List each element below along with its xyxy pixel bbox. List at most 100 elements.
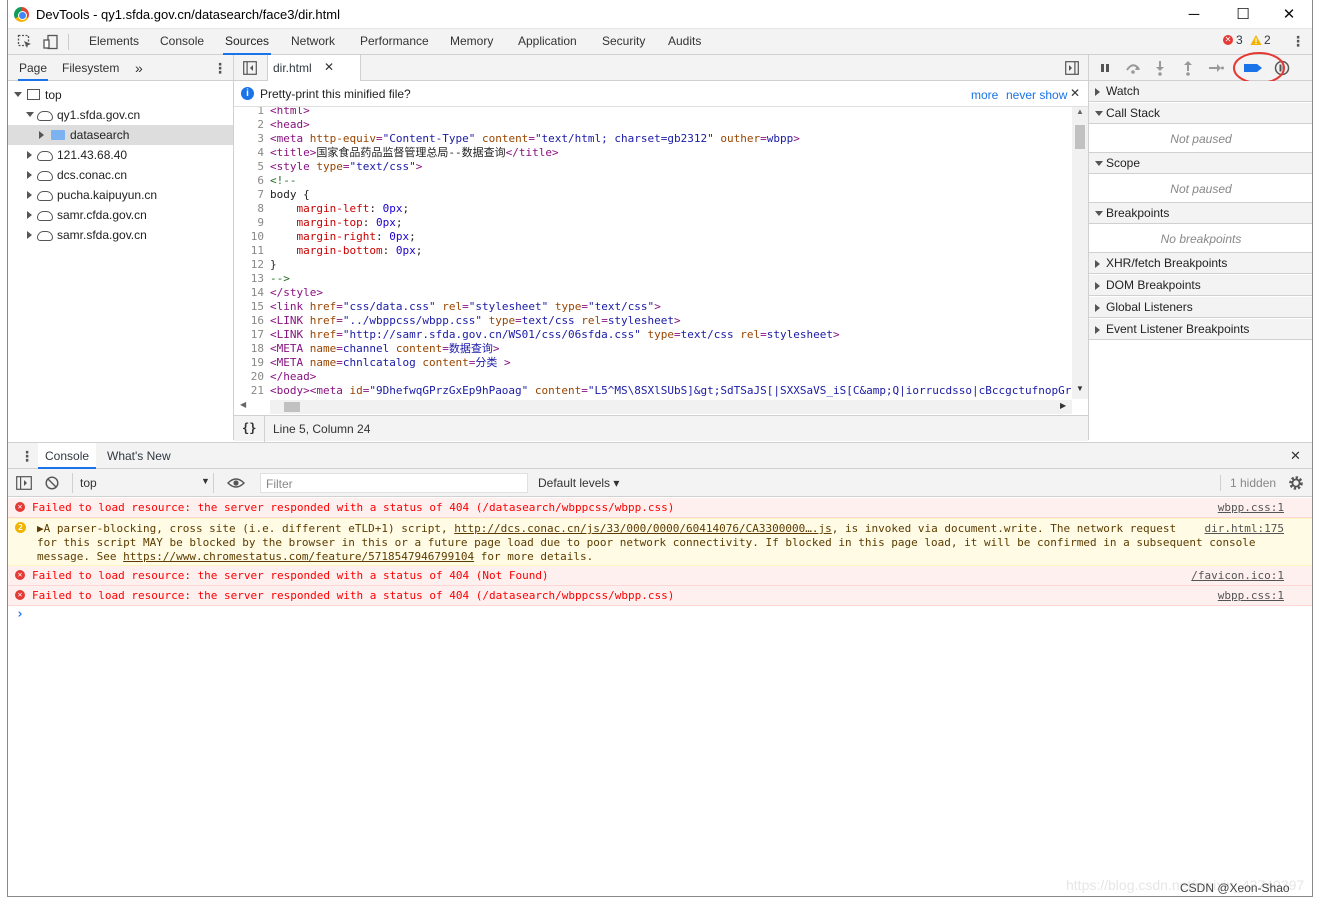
expand-arrow-icon[interactable] — [39, 131, 44, 139]
message-source-link[interactable]: wbpp.css:1 — [1218, 589, 1284, 603]
tree-item-samr-sfda[interactable]: samr.sfda.gov.cn — [8, 225, 233, 245]
code-line[interactable]: 7 body { — [234, 188, 1072, 202]
tab-security[interactable]: Security — [600, 29, 647, 55]
pane-breakpoints[interactable]: Breakpoints — [1089, 203, 1312, 224]
tree-item-121-43-68-40[interactable]: 121.43.68.40 — [8, 145, 233, 165]
line-number[interactable]: 18 — [234, 342, 264, 356]
expand-arrow-icon[interactable] — [1095, 111, 1103, 116]
line-number[interactable]: 20 — [234, 370, 264, 384]
line-number[interactable]: 5 — [234, 160, 264, 174]
code-line[interactable]: 20 </head> — [234, 370, 1072, 384]
expand-arrow-icon[interactable] — [26, 112, 34, 117]
pane-scope[interactable]: Scope — [1089, 153, 1312, 174]
pretty-print-button[interactable]: {} — [242, 421, 256, 435]
console-prompt[interactable]: › — [16, 607, 24, 622]
pane-call-stack[interactable]: Call Stack — [1089, 103, 1312, 124]
file-tab-dir-html[interactable]: dir.html ✕ — [267, 55, 361, 81]
device-toolbar-icon[interactable] — [43, 34, 59, 50]
more-tabs-icon[interactable]: » — [135, 55, 143, 81]
tab-memory[interactable]: Memory — [448, 29, 495, 55]
code-line[interactable]: 1 <html> — [234, 107, 1072, 118]
pane-watch[interactable]: Watch — [1089, 81, 1312, 102]
tree-item-datasearch[interactable]: datasearch — [8, 125, 233, 145]
tab-application[interactable]: Application — [516, 29, 579, 55]
filter-input[interactable]: Filter — [260, 473, 528, 493]
line-number[interactable]: 3 — [234, 132, 264, 146]
line-number[interactable]: 14 — [234, 286, 264, 300]
horizontal-scrollbar[interactable]: ◀ ▶ — [240, 400, 1072, 414]
collapse-arrow-icon[interactable] — [1095, 282, 1100, 290]
tab-whats-new[interactable]: What's New — [107, 443, 171, 469]
step-over-icon[interactable] — [1124, 61, 1142, 75]
tab-page[interactable]: Page — [18, 55, 49, 81]
line-number[interactable]: 2 — [234, 118, 264, 132]
pane-dom-breakpoints[interactable]: DOM Breakpoints — [1089, 275, 1312, 296]
step-into-icon[interactable] — [1154, 60, 1166, 76]
expand-arrow-icon[interactable] — [27, 191, 32, 199]
tree-item-dcs-conac[interactable]: dcs.conac.cn — [8, 165, 233, 185]
pane-global-listeners[interactable]: Global Listeners — [1089, 297, 1312, 318]
code-line[interactable]: 16 <LINK href="../wbppcss/wbpp.css" type=… — [234, 314, 1072, 328]
expand-arrow-icon[interactable] — [14, 92, 22, 97]
scroll-up-icon[interactable]: ▲ — [1076, 107, 1084, 116]
line-number[interactable]: 4 — [234, 146, 264, 160]
clear-console-icon[interactable] — [45, 476, 59, 490]
vertical-scrollbar[interactable]: ▲ ▼ — [1072, 107, 1088, 399]
expand-arrow-icon[interactable] — [27, 151, 32, 159]
context-selector[interactable]: top ▼ — [72, 473, 214, 493]
expand-arrow-icon[interactable] — [27, 211, 32, 219]
collapse-arrow-icon[interactable] — [1095, 88, 1100, 96]
warning-count[interactable]: 2 — [1264, 33, 1271, 47]
pane-event-listener-breakpoints[interactable]: Event Listener Breakpoints — [1089, 319, 1312, 340]
show-sidebar-icon[interactable] — [16, 476, 32, 490]
tab-drawer-console[interactable]: Console — [38, 443, 97, 469]
inspect-element-icon[interactable] — [17, 34, 33, 50]
line-number[interactable]: 10 — [234, 230, 264, 244]
message-source-link[interactable]: dir.html:175 — [1205, 522, 1284, 536]
minimize-button[interactable]: ─ — [1179, 4, 1209, 26]
expand-arrow-icon[interactable] — [27, 171, 32, 179]
tree-item-qy1-sfda[interactable]: qy1.sfda.gov.cn — [8, 105, 233, 125]
collapse-arrow-icon[interactable] — [1095, 326, 1100, 334]
line-number[interactable]: 17 — [234, 328, 264, 342]
line-number[interactable]: 12 — [234, 258, 264, 272]
toggle-debugger-icon[interactable] — [1065, 61, 1079, 75]
tab-sources[interactable]: Sources — [223, 29, 272, 55]
expand-arrow-icon[interactable] — [1095, 211, 1103, 216]
message-source-link[interactable]: wbpp.css:1 — [1218, 501, 1284, 515]
customize-menu-icon[interactable]: ⋮ — [1291, 32, 1305, 50]
scroll-down-icon[interactable]: ▼ — [1076, 384, 1084, 393]
code-area[interactable]: 1 <html> 2 <head> 3 <meta http-equiv="Content… — [234, 107, 1072, 399]
collapse-arrow-icon[interactable] — [1095, 260, 1100, 268]
code-line[interactable]: 21 <body><meta id="9DhefwqGPrzGxEp9hPaoag… — [234, 384, 1072, 398]
step-icon[interactable] — [1208, 61, 1224, 75]
collapse-arrow-icon[interactable] — [1095, 304, 1100, 312]
scrollbar-thumb[interactable] — [284, 402, 300, 412]
warning-count-icon[interactable] — [1250, 34, 1262, 46]
code-line[interactable]: 3 <meta http-equiv="Content-Type" content… — [234, 132, 1072, 146]
tab-performance[interactable]: Performance — [358, 29, 431, 55]
line-number[interactable]: 15 — [234, 300, 264, 314]
tree-item-top[interactable]: top — [8, 85, 233, 105]
code-line[interactable]: 8 margin-left: 0px; — [234, 202, 1072, 216]
log-levels-dropdown[interactable]: Default levels ▾ — [538, 476, 619, 490]
error-count-icon[interactable]: ✕ — [1223, 35, 1233, 45]
code-line[interactable]: 22 — [234, 398, 1072, 399]
tab-audits[interactable]: Audits — [666, 29, 703, 55]
close-drawer-icon[interactable]: ✕ — [1290, 448, 1301, 464]
line-number[interactable]: 19 — [234, 356, 264, 370]
tree-item-pucha-kaipuyun[interactable]: pucha.kaipuyun.cn — [8, 185, 233, 205]
never-show-link[interactable]: never show — [1006, 88, 1067, 102]
close-infobar-icon[interactable]: ✕ — [1070, 86, 1080, 100]
tab-console[interactable]: Console — [158, 29, 206, 55]
line-number[interactable]: 22 — [234, 398, 264, 399]
code-line[interactable]: 12} — [234, 258, 1072, 272]
message-source-link[interactable]: /favicon.ico:1 — [1191, 569, 1284, 583]
pause-icon[interactable] — [1098, 61, 1112, 75]
step-out-icon[interactable] — [1182, 60, 1194, 76]
line-number[interactable]: 16 — [234, 314, 264, 328]
line-number[interactable]: 8 — [234, 202, 264, 216]
code-line[interactable]: 9 margin-top: 0px; — [234, 216, 1072, 230]
navigator-menu-icon[interactable]: ⋮ — [213, 59, 227, 77]
scroll-left-icon[interactable]: ◀ — [240, 400, 246, 409]
